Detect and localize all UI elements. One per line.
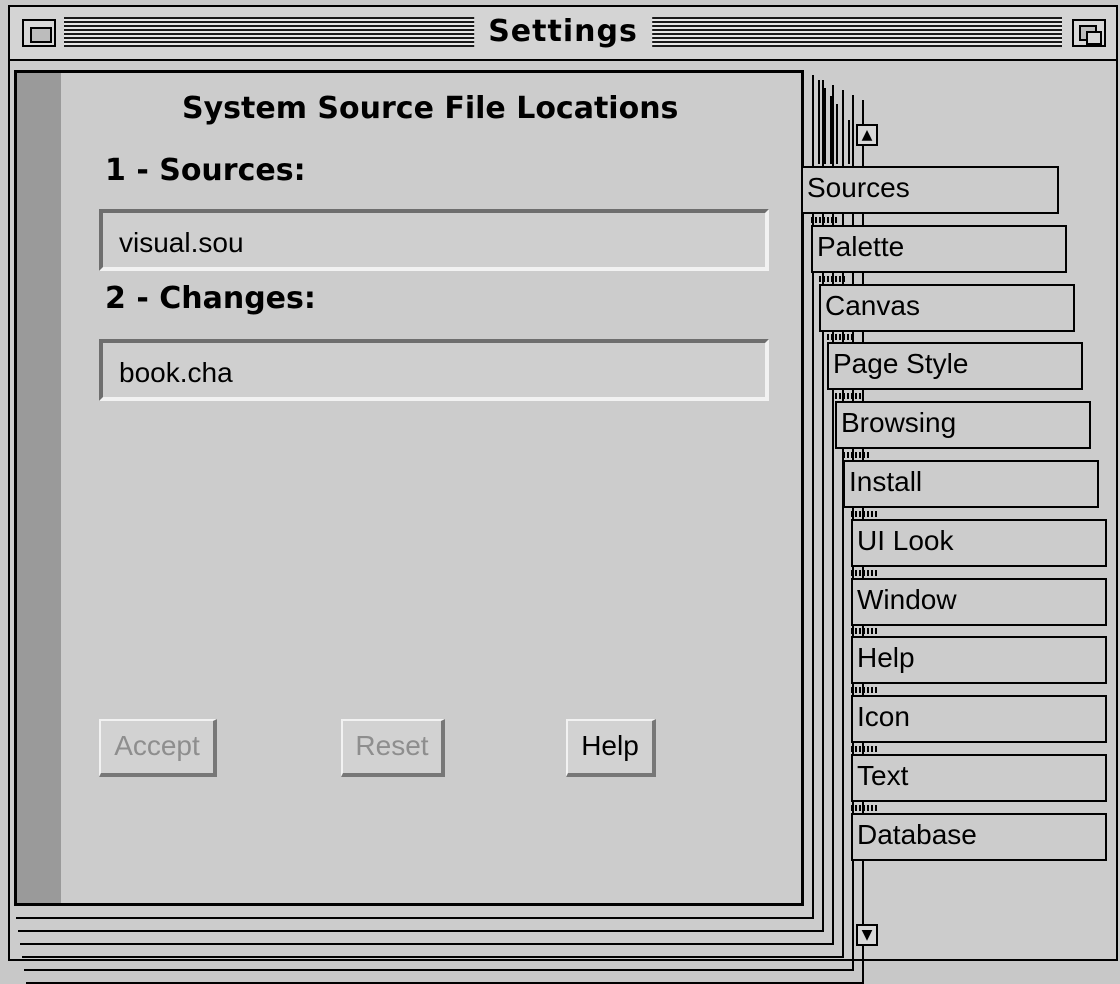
help-button[interactable]: Help [566, 719, 656, 777]
tab-divider [835, 393, 863, 399]
tab-label: Text [857, 760, 909, 791]
tab-install[interactable]: Install [843, 460, 1099, 508]
changes-input[interactable]: book.cha [99, 339, 769, 401]
scroll-down-icon[interactable]: ▼ [856, 924, 878, 946]
tab-label: Database [857, 819, 977, 850]
tab-window[interactable]: Window [851, 578, 1107, 626]
tab-palette[interactable]: Palette [811, 225, 1067, 273]
tab-page-style[interactable]: Page Style [827, 342, 1083, 390]
tab-divider [811, 217, 839, 223]
tab-stack-edge [842, 112, 844, 164]
tab-divider [843, 452, 871, 458]
settings-page: System Source File Locations 1 - Sources… [14, 70, 804, 906]
tab-database[interactable]: Database [851, 813, 1107, 861]
tab-canvas[interactable]: Canvas [819, 284, 1075, 332]
tab-help[interactable]: Help [851, 636, 1107, 684]
sources-label: 1 - Sources: [105, 153, 306, 188]
tab-icon[interactable]: Icon [851, 695, 1107, 743]
tab-ui-look[interactable]: UI Look [851, 519, 1107, 567]
reset-button[interactable]: Reset [341, 719, 445, 777]
accept-button[interactable]: Accept [99, 719, 217, 777]
tab-stack-edge [848, 120, 850, 164]
tab-stack-edge [830, 96, 832, 164]
tab-divider [851, 687, 879, 693]
tab-label: Install [849, 466, 923, 497]
page-spine [17, 73, 61, 903]
tab-label: Canvas [825, 290, 920, 321]
zoom-box-icon[interactable] [1072, 19, 1106, 47]
tab-stack-edge [824, 88, 826, 164]
tab-label: UI Look [857, 525, 954, 556]
window-title: Settings [474, 13, 652, 51]
panel-title: System Source File Locations [182, 91, 679, 126]
tab-label: Help [857, 642, 915, 673]
tab-stack-edge [836, 104, 838, 164]
tab-stack-edge [818, 80, 820, 164]
tab-label: Icon [857, 701, 910, 732]
tab-label: Sources [807, 172, 910, 203]
sources-input[interactable]: visual.sou [99, 209, 769, 271]
tab-divider [851, 628, 879, 634]
tab-browsing[interactable]: Browsing [835, 401, 1091, 449]
tab-sources[interactable]: Sources [803, 166, 1059, 214]
tab-label: Browsing [841, 407, 957, 438]
tab-text[interactable]: Text [851, 754, 1107, 802]
scroll-up-icon[interactable]: ▲ [856, 124, 878, 146]
tab-label: Page Style [833, 348, 969, 379]
changes-label: 2 - Changes: [105, 281, 316, 316]
tab-divider [851, 511, 879, 517]
tab-divider [827, 334, 855, 340]
close-box-icon[interactable] [22, 19, 56, 47]
title-bar[interactable]: Settings [10, 7, 1116, 61]
tab-divider [851, 805, 879, 811]
tab-label: Window [857, 584, 957, 615]
tab-divider [851, 570, 879, 576]
tab-divider [819, 276, 847, 282]
tab-divider [851, 746, 879, 752]
tab-label: Palette [817, 231, 905, 262]
